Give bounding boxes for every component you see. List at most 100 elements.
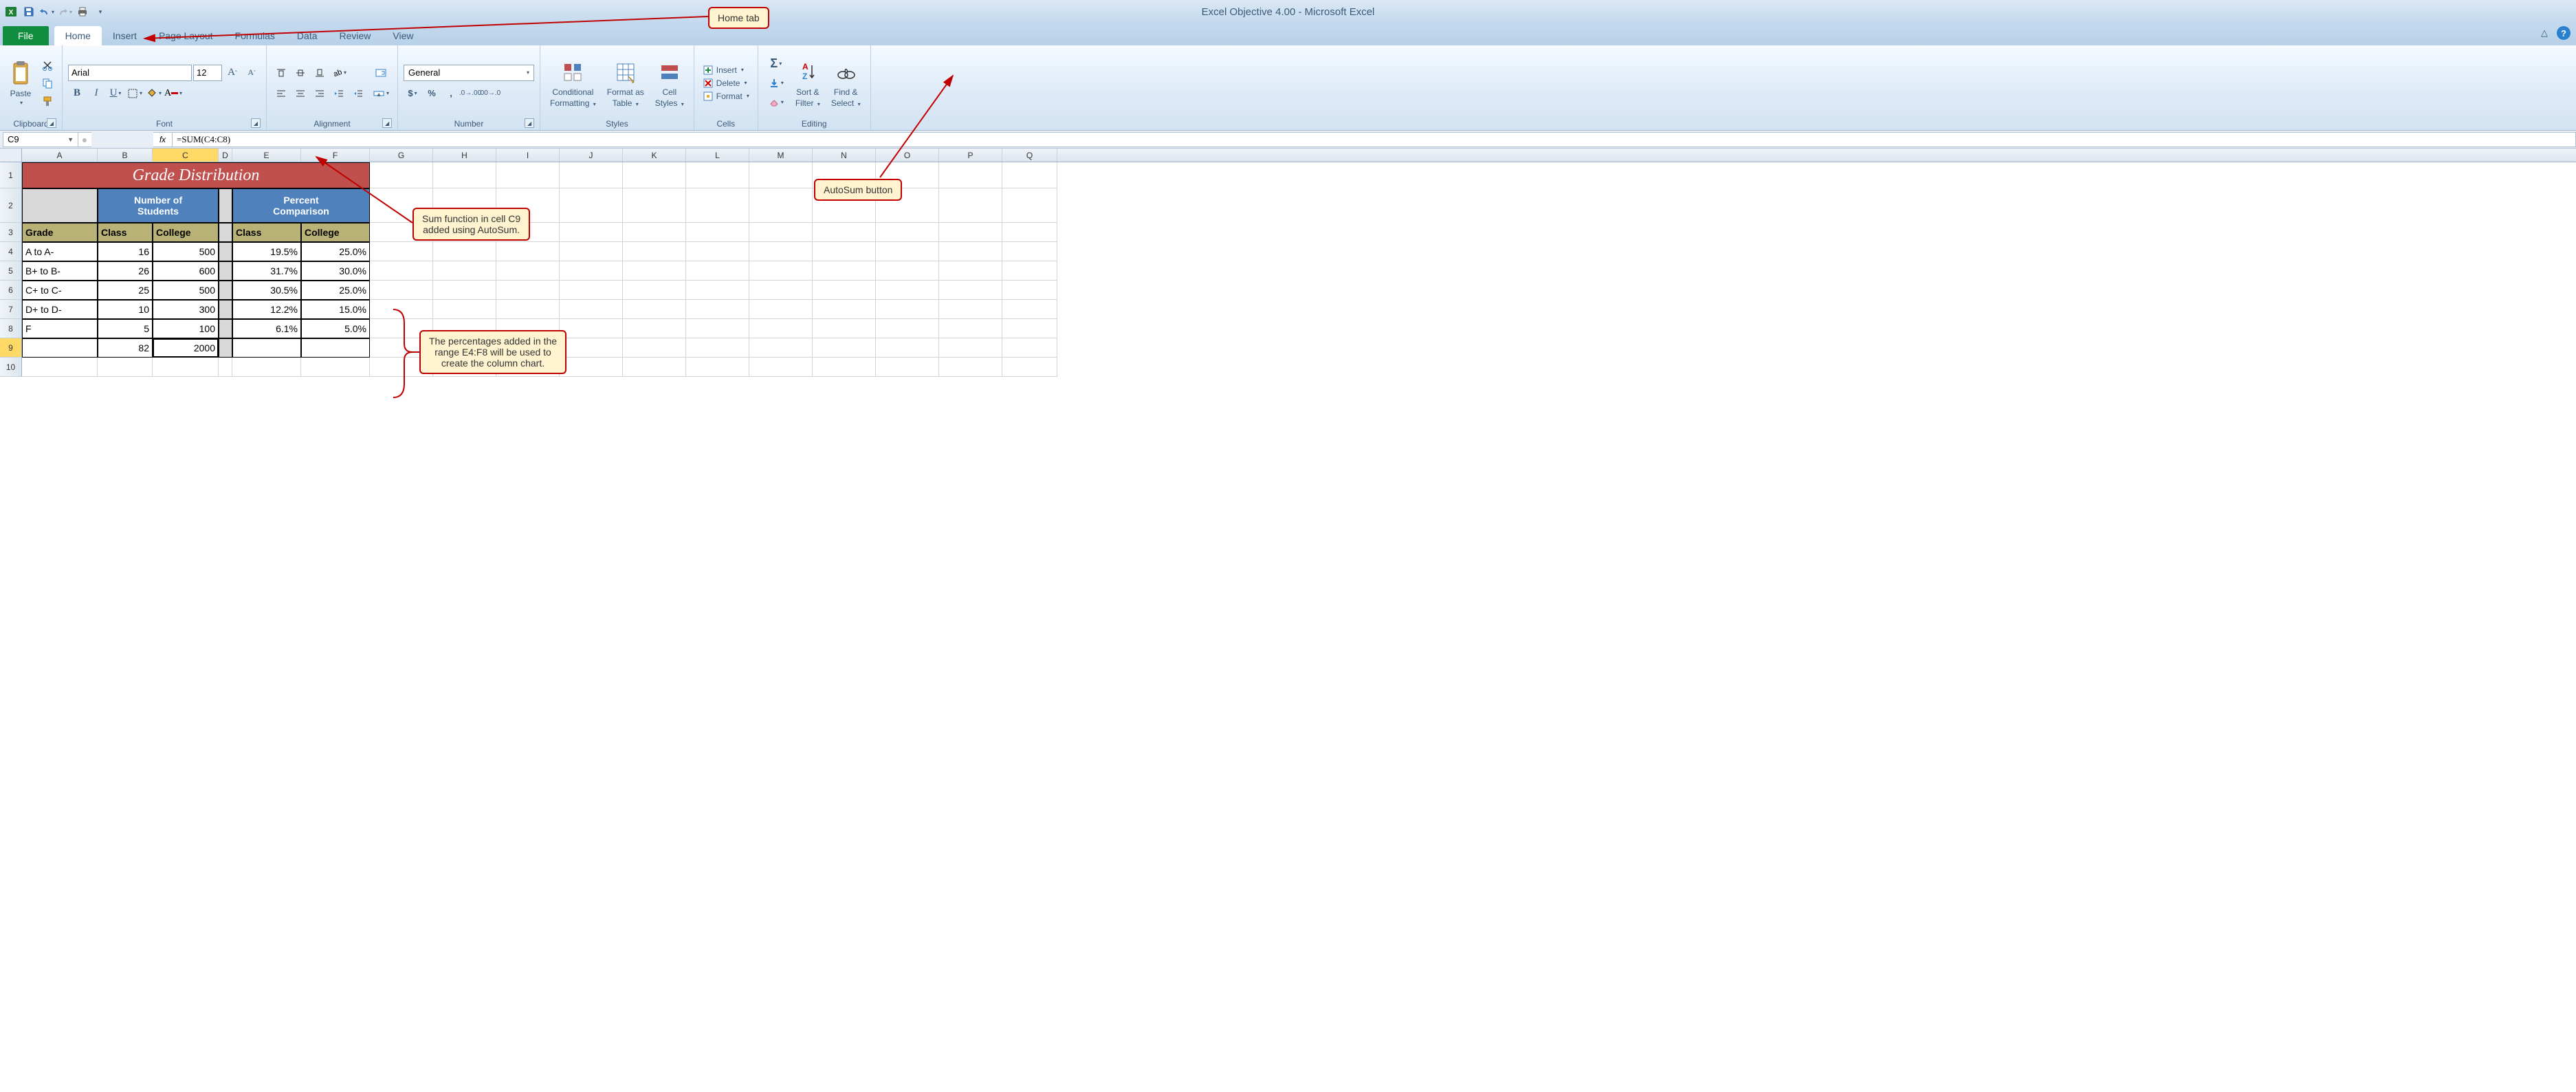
cell-college-pct[interactable]: 5.0% [301, 319, 370, 338]
cell[interactable] [22, 338, 98, 358]
col-header[interactable]: B [98, 149, 153, 162]
sort-filter-button[interactable]: AZ Sort & Filter ▾ [791, 57, 824, 109]
col-header[interactable]: O [876, 149, 939, 162]
col-header[interactable]: H [433, 149, 496, 162]
decrease-font-icon[interactable]: Aˇ [243, 65, 261, 81]
help-icon[interactable]: ? [2557, 26, 2571, 40]
tab-view[interactable]: View [382, 26, 424, 45]
percent-format-icon[interactable]: % [423, 85, 441, 102]
header-students[interactable]: Number ofStudents [98, 188, 219, 223]
cell-college-num[interactable]: 600 [153, 261, 219, 281]
cell[interactable] [22, 188, 98, 223]
row-header[interactable]: 9 [0, 338, 22, 358]
increase-font-icon[interactable]: Aˆ [223, 65, 241, 81]
font-size-select[interactable] [193, 65, 222, 81]
cell-class-num[interactable]: 26 [98, 261, 153, 281]
italic-icon[interactable]: I [87, 85, 105, 102]
subheader-college2[interactable]: College [301, 223, 370, 242]
qat-customize-icon[interactable]: ▾ [92, 3, 109, 20]
row-header[interactable]: 4 [0, 242, 22, 261]
cell-class-num[interactable]: 5 [98, 319, 153, 338]
col-header[interactable]: F [301, 149, 370, 162]
conditional-formatting-button[interactable]: Conditional Formatting ▾ [546, 57, 600, 109]
accounting-format-icon[interactable]: $▾ [404, 85, 421, 102]
format-painter-icon[interactable] [38, 93, 56, 109]
tab-review[interactable]: Review [329, 26, 382, 45]
fill-button[interactable]: ▾ [764, 75, 789, 91]
cell-college-pct[interactable]: 15.0% [301, 300, 370, 319]
col-header[interactable]: J [560, 149, 623, 162]
subheader-class2[interactable]: Class [232, 223, 301, 242]
subheader-college[interactable]: College [153, 223, 219, 242]
undo-icon[interactable]: ▾ [38, 3, 55, 20]
cell-class-pct[interactable]: 12.2% [232, 300, 301, 319]
paste-button[interactable]: Paste ▾ [5, 58, 36, 107]
increase-indent-icon[interactable] [349, 85, 367, 102]
cell-college-num[interactable]: 100 [153, 319, 219, 338]
bold-icon[interactable]: B [68, 85, 86, 102]
cell[interactable] [370, 162, 433, 188]
save-icon[interactable] [21, 3, 37, 20]
cell-college-pct[interactable]: 25.0% [301, 242, 370, 261]
cell-class-num[interactable]: 10 [98, 300, 153, 319]
cell-grade[interactable]: B+ to B- [22, 261, 98, 281]
col-header[interactable]: M [749, 149, 813, 162]
col-header[interactable]: P [939, 149, 1002, 162]
col-header[interactable]: C [153, 149, 219, 162]
row-header[interactable]: 3 [0, 223, 22, 242]
increase-decimal-icon[interactable]: .0→.00 [461, 85, 479, 102]
cut-icon[interactable] [38, 57, 56, 74]
cell[interactable] [219, 188, 232, 223]
cell-grade[interactable]: F [22, 319, 98, 338]
row-header[interactable]: 5 [0, 261, 22, 281]
cell-grade[interactable]: D+ to D- [22, 300, 98, 319]
col-header[interactable]: L [686, 149, 749, 162]
align-bottom-icon[interactable] [311, 65, 329, 81]
header-percent[interactable]: PercentComparison [232, 188, 370, 223]
cell-class-pct[interactable]: 19.5% [232, 242, 301, 261]
col-header[interactable]: I [496, 149, 560, 162]
cell-grade[interactable]: C+ to C- [22, 281, 98, 300]
total-college-selected[interactable]: 2000 [153, 338, 219, 358]
col-header[interactable]: D [219, 149, 232, 162]
copy-icon[interactable] [38, 75, 56, 91]
cell-class-pct[interactable]: 6.1% [232, 319, 301, 338]
name-box[interactable]: C9 ▼ [3, 132, 78, 147]
subheader-class[interactable]: Class [98, 223, 153, 242]
font-color-icon[interactable]: A▾ [164, 85, 182, 102]
align-middle-icon[interactable] [291, 65, 309, 81]
comma-format-icon[interactable]: , [442, 85, 460, 102]
fill-color-icon[interactable]: ▾ [145, 85, 163, 102]
tab-page-layout[interactable]: Page Layout [148, 26, 224, 45]
cell-grade[interactable]: A to A- [22, 242, 98, 261]
decrease-indent-icon[interactable] [330, 85, 348, 102]
cell-class-num[interactable]: 16 [98, 242, 153, 261]
underline-icon[interactable]: U▾ [107, 85, 124, 102]
dialog-launcher-font[interactable]: ◢ [251, 118, 261, 128]
clear-button[interactable]: ▾ [764, 94, 789, 111]
col-header[interactable]: G [370, 149, 433, 162]
wrap-text-icon[interactable] [370, 65, 392, 81]
tab-insert[interactable]: Insert [102, 26, 148, 45]
excel-app-icon[interactable]: X [3, 3, 19, 20]
cell-college-pct[interactable]: 30.0% [301, 261, 370, 281]
col-header[interactable]: A [22, 149, 98, 162]
row-header[interactable]: 7 [0, 300, 22, 319]
subheader-grade[interactable]: Grade [22, 223, 98, 242]
col-header[interactable]: E [232, 149, 301, 162]
col-header[interactable]: N [813, 149, 876, 162]
dialog-launcher-clipboard[interactable]: ◢ [47, 118, 56, 128]
formula-input[interactable] [173, 132, 2576, 147]
cell-college-num[interactable]: 500 [153, 281, 219, 300]
cell-class-num[interactable]: 25 [98, 281, 153, 300]
cell-styles-button[interactable]: Cell Styles ▾ [651, 57, 688, 109]
redo-icon[interactable]: ▾ [56, 3, 73, 20]
cell-class-pct[interactable]: 31.7% [232, 261, 301, 281]
align-center-icon[interactable] [291, 85, 309, 102]
cell-college-num[interactable]: 300 [153, 300, 219, 319]
find-select-button[interactable]: Find & Select ▾ [827, 57, 865, 109]
row-header[interactable]: 6 [0, 281, 22, 300]
dialog-launcher-number[interactable]: ◢ [525, 118, 534, 128]
decrease-decimal-icon[interactable]: .00→.0 [481, 85, 498, 102]
orientation-icon[interactable]: ab▾ [330, 65, 348, 81]
